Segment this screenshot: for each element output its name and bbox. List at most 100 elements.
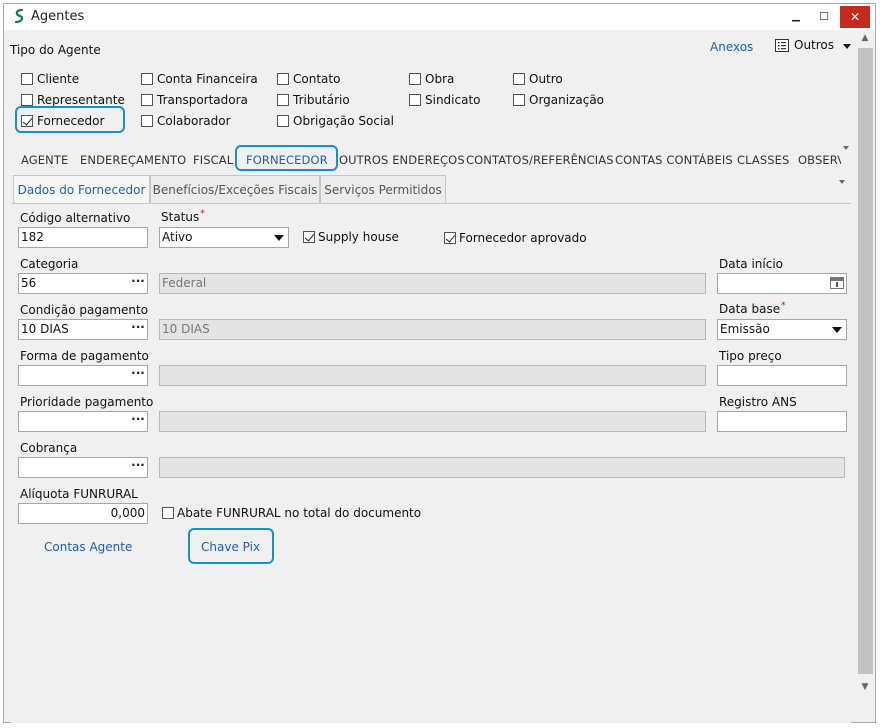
subtab-beneficios[interactable]: Benefícios/Exceções Fiscais bbox=[150, 175, 320, 203]
outros-menu-button[interactable]: Outros bbox=[773, 37, 853, 55]
checkbox-abate-funrural[interactable] bbox=[162, 507, 174, 519]
forma-lookup-button[interactable]: ··· bbox=[129, 366, 147, 385]
contas-agente-link[interactable]: Contas Agente bbox=[44, 540, 132, 554]
condicao-pagamento-label: Condição pagamento bbox=[20, 303, 149, 317]
checkbox-label-obra: Obra bbox=[425, 72, 455, 86]
scrollbar-thumb[interactable] bbox=[858, 48, 873, 674]
checkbox-outro[interactable] bbox=[513, 73, 525, 85]
data-inicio-input[interactable] bbox=[717, 273, 847, 294]
checkbox-sindicato[interactable] bbox=[409, 94, 421, 106]
forma-description bbox=[159, 365, 706, 386]
codigo-alternativo-input[interactable]: 182 bbox=[18, 227, 148, 248]
prioridade-code-input[interactable]: ··· bbox=[18, 411, 148, 432]
prioridade-pagamento-label: Prioridade pagamento bbox=[20, 395, 154, 409]
calendar-icon[interactable] bbox=[830, 277, 844, 289]
prioridade-description bbox=[159, 411, 706, 432]
condicao-code-input[interactable]: 10 DIAS ··· bbox=[18, 319, 148, 340]
anexos-link[interactable]: Anexos bbox=[710, 40, 753, 54]
checkbox-colaborador[interactable] bbox=[141, 115, 153, 127]
cobranca-lookup-button[interactable]: ··· bbox=[129, 458, 147, 477]
checkbox-fornecedor-aprovado[interactable] bbox=[444, 232, 456, 244]
cobranca-code-input[interactable]: ··· bbox=[18, 457, 148, 478]
status-label: Status* bbox=[161, 209, 205, 224]
vertical-scrollbar[interactable]: ▲ ▼ bbox=[855, 30, 875, 722]
tab-fiscal[interactable]: FISCAL bbox=[193, 153, 233, 167]
tab-fornecedor[interactable]: FORNECEDOR bbox=[246, 153, 328, 167]
subtab-scroll-icon[interactable] bbox=[839, 180, 845, 184]
checkbox-obrigacao-social[interactable] bbox=[277, 115, 289, 127]
cobranca-label: Cobrança bbox=[20, 441, 78, 455]
dropdown-arrow-icon bbox=[271, 229, 287, 246]
chave-pix-link[interactable]: Chave Pix bbox=[201, 540, 260, 554]
condicao-code-value: 10 DIAS bbox=[21, 322, 69, 336]
supply-house-label: Supply house bbox=[318, 230, 399, 244]
tab-classes[interactable]: CLASSES bbox=[737, 153, 789, 167]
minimize-icon: ▁ bbox=[792, 10, 800, 22]
checkbox-label-conta-financeira: Conta Financeira bbox=[157, 72, 258, 86]
subtab-dados-fornecedor[interactable]: Dados do Fornecedor bbox=[13, 175, 150, 204]
condicao-lookup-button[interactable]: ··· bbox=[129, 320, 147, 339]
checkbox-supply-house[interactable] bbox=[303, 231, 315, 243]
checkbox-tributario[interactable] bbox=[277, 94, 289, 106]
cobranca-description bbox=[159, 457, 845, 478]
codigo-alternativo-label: Código alternativo bbox=[20, 211, 131, 225]
checkbox-cliente[interactable] bbox=[21, 73, 33, 85]
tab-contatos-referencias[interactable]: CONTATOS/REFERÊNCIAS bbox=[466, 153, 614, 167]
checkbox-representante[interactable] bbox=[21, 94, 33, 106]
tab-scroll-icon[interactable] bbox=[843, 146, 849, 150]
data-base-label-text: Data base bbox=[719, 302, 781, 316]
checkbox-label-tributario: Tributário bbox=[293, 93, 350, 107]
checkbox-label-obrigacao-social: Obrigação Social bbox=[293, 114, 394, 128]
status-value: Ativo bbox=[162, 230, 193, 244]
checkbox-fornecedor[interactable] bbox=[21, 115, 33, 127]
tipo-preco-input[interactable] bbox=[717, 365, 847, 386]
categoria-code-input[interactable]: 56 ··· bbox=[18, 273, 148, 294]
minimize-button[interactable]: ▁ bbox=[782, 4, 810, 28]
status-label-text: Status bbox=[161, 210, 200, 224]
registro-ans-label: Registro ANS bbox=[719, 395, 797, 409]
tab-outros-enderecos[interactable]: OUTROS ENDEREÇOS bbox=[339, 153, 465, 167]
checkbox-obra[interactable] bbox=[409, 73, 421, 85]
required-mark: * bbox=[781, 301, 786, 311]
categoria-code-value: 56 bbox=[21, 276, 37, 290]
fornecedor-aprovado-label: Fornecedor aprovado bbox=[459, 231, 587, 245]
main-tab-bar: AGENTE ENDEREÇAMENTO FISCAL FORNECEDOR O… bbox=[8, 145, 853, 174]
categoria-lookup-button[interactable]: ··· bbox=[129, 274, 147, 293]
checkbox-label-outro: Outro bbox=[529, 72, 563, 86]
tab-agente[interactable]: AGENTE bbox=[21, 153, 68, 167]
outros-label: Outros bbox=[794, 38, 835, 52]
aliquota-funrural-input[interactable]: 0,000 bbox=[18, 503, 148, 524]
categoria-label: Categoria bbox=[20, 257, 79, 271]
required-mark: * bbox=[200, 209, 205, 219]
subtab-servicos-permitidos[interactable]: Serviços Permitidos bbox=[320, 175, 446, 203]
prioridade-lookup-button[interactable]: ··· bbox=[129, 412, 147, 431]
checkbox-label-sindicato: Sindicato bbox=[425, 93, 481, 107]
tab-enderecamento[interactable]: ENDEREÇAMENTO bbox=[80, 153, 186, 167]
close-button[interactable]: ✕ bbox=[840, 6, 870, 28]
tab-observ[interactable]: OBSERV bbox=[798, 153, 841, 167]
status-select[interactable]: Ativo bbox=[159, 227, 289, 248]
checkbox-label-representante: Representante bbox=[37, 93, 125, 107]
window-title: Agentes bbox=[31, 9, 85, 24]
registro-ans-input[interactable] bbox=[717, 411, 847, 432]
abate-funrural-label: Abate FUNRURAL no total do documento bbox=[177, 506, 422, 520]
checkbox-organizacao[interactable] bbox=[513, 94, 525, 106]
checkbox-contato[interactable] bbox=[277, 73, 289, 85]
checkbox-label-transportadora: Transportadora bbox=[157, 93, 248, 107]
forma-code-input[interactable]: ··· bbox=[18, 365, 148, 386]
subtab-beneficios-label: Benefícios/Exceções Fiscais bbox=[152, 182, 318, 197]
scroll-down-icon[interactable]: ▼ bbox=[859, 682, 871, 694]
content-area: Tipo do Agente Anexos Outros Cliente Rep… bbox=[4, 30, 855, 723]
data-base-select[interactable]: Emissão bbox=[717, 319, 847, 340]
scroll-up-icon[interactable]: ▲ bbox=[859, 33, 871, 45]
forma-pagamento-label: Forma de pagamento bbox=[20, 349, 149, 363]
checkbox-label-organizacao: Organização bbox=[529, 93, 605, 107]
title-bar: Agentes ▁ ☐ ✕ bbox=[4, 4, 875, 30]
subtab-servicos-label: Serviços Permitidos bbox=[324, 182, 442, 197]
checkbox-transportadora[interactable] bbox=[141, 94, 153, 106]
agentes-window: Agentes ▁ ☐ ✕ Tipo do Agente Anexos Outr… bbox=[3, 3, 876, 723]
maximize-button[interactable]: ☐ bbox=[810, 4, 838, 28]
tab-contas-contabeis[interactable]: CONTAS CONTÁBEIS bbox=[615, 153, 733, 167]
checkbox-conta-financeira[interactable] bbox=[141, 73, 153, 85]
close-icon: ✕ bbox=[849, 10, 861, 24]
